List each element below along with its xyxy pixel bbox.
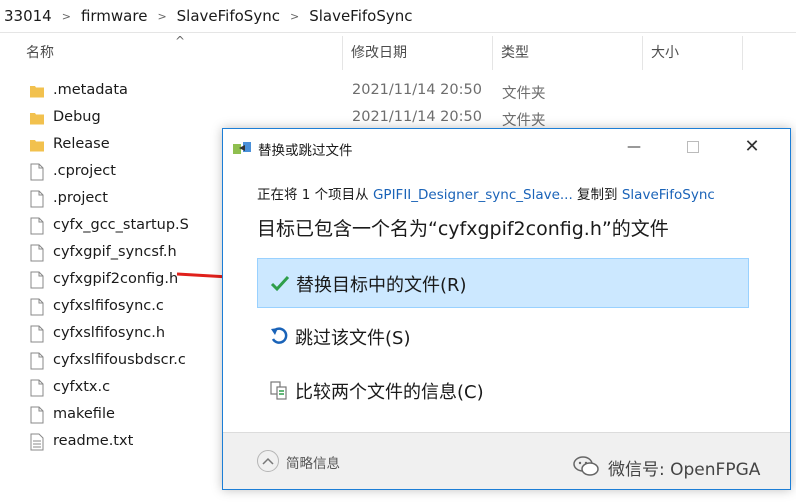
details-label[interactable]: 简略信息 xyxy=(286,452,340,472)
file-name: Debug xyxy=(53,109,101,125)
file-name: .metadata xyxy=(53,82,128,98)
file-date: 2021/11/14 20:50 xyxy=(352,82,482,98)
file-name: Release xyxy=(53,136,110,152)
file-icon xyxy=(30,379,44,397)
folder-icon xyxy=(30,86,44,98)
file-name: readme.txt xyxy=(53,433,134,449)
file-icon xyxy=(30,190,44,208)
destination-folder-link[interactable]: SlaveFifoSync xyxy=(622,187,715,203)
dialog-titlebar[interactable]: 替换或跳过文件 — ✕ xyxy=(223,129,790,165)
breadcrumb-item[interactable]: firmware xyxy=(77,7,152,25)
file-icon xyxy=(30,406,44,424)
column-size-label: 大小 xyxy=(651,45,679,61)
folder-icon xyxy=(30,140,44,152)
file-icon xyxy=(30,298,44,316)
file-name: cyfxslfifosync.c xyxy=(53,298,164,314)
file-icon xyxy=(30,217,44,235)
breadcrumb: 33014 > firmware > SlaveFifoSync > Slave… xyxy=(0,0,796,33)
replace-option-label: 替换目标中的文件(R) xyxy=(296,275,467,296)
copy-prefix: 正在将 1 个项目从 xyxy=(257,187,373,203)
copy-info-line: 正在将 1 个项目从 GPIFII_Designer_sync_Slave...… xyxy=(257,183,715,203)
list-item[interactable]: .metadata 2021/11/14 20:50 文件夹 xyxy=(0,78,796,105)
column-modified-label: 修改日期 xyxy=(351,45,407,61)
text-file-icon xyxy=(30,433,44,451)
source-folder-link[interactable]: GPIFII_Designer_sync_Slave... xyxy=(373,187,573,203)
file-icon xyxy=(30,352,44,370)
file-type: 文件夹 xyxy=(502,86,546,102)
breadcrumb-item[interactable]: SlaveFifoSync xyxy=(173,7,284,25)
file-name: cyfxtx.c xyxy=(53,379,111,395)
file-name: cyfxgpif2config.h xyxy=(53,271,179,287)
watermark-text: 微信号: OpenFPGA xyxy=(608,460,761,480)
file-name: cyfxgpif_syncsf.h xyxy=(53,244,177,260)
file-name: .cproject xyxy=(53,163,116,179)
folder-icon xyxy=(30,113,44,125)
column-modified[interactable]: 修改日期 xyxy=(343,36,493,70)
file-type: 文件夹 xyxy=(502,113,546,129)
file-name: cyfxslfifousbdscr.c xyxy=(53,352,186,368)
file-name: cyfxslfifosync.h xyxy=(53,325,166,341)
skip-option-label: 跳过该文件(S) xyxy=(295,328,411,349)
column-size[interactable]: 大小 xyxy=(643,36,743,70)
column-header: ^ 名称 修改日期 类型 大小 xyxy=(0,34,796,70)
conflict-headline: 目标已包含一个名为“cyfxgpif2config.h”的文件 xyxy=(257,218,669,240)
column-type-label: 类型 xyxy=(501,45,529,61)
file-icon xyxy=(30,325,44,343)
check-icon xyxy=(270,275,290,292)
maximize-button[interactable] xyxy=(673,133,713,161)
wechat-icon xyxy=(573,456,599,476)
compare-option-label: 比较两个文件的信息(C) xyxy=(295,382,484,403)
chevron-right-icon: > xyxy=(157,9,167,23)
file-name: .project xyxy=(53,190,108,206)
breadcrumb-item[interactable]: SlaveFifoSync xyxy=(305,7,416,25)
file-date: 2021/11/14 20:50 xyxy=(352,109,482,125)
file-icon xyxy=(30,271,44,289)
chevron-up-icon xyxy=(262,457,274,465)
compare-icon xyxy=(270,381,287,400)
column-name-label: 名称 xyxy=(26,45,54,61)
skip-option[interactable]: 跳过该文件(S) xyxy=(257,312,749,362)
chevron-right-icon: > xyxy=(61,9,71,23)
compare-option[interactable]: 比较两个文件的信息(C) xyxy=(257,366,749,416)
column-type[interactable]: 类型 xyxy=(493,36,643,70)
file-icon xyxy=(30,244,44,262)
replace-or-skip-dialog: 替换或跳过文件 — ✕ 正在将 1 个项目从 GPIFII_Designer_s… xyxy=(222,128,791,490)
minimize-button[interactable]: — xyxy=(614,133,654,161)
collapse-details-button[interactable] xyxy=(257,450,279,472)
copy-middle: 复制到 xyxy=(572,187,622,203)
skip-icon xyxy=(271,327,288,344)
close-button[interactable]: ✕ xyxy=(732,133,772,161)
file-icon xyxy=(30,163,44,181)
file-transfer-icon xyxy=(233,142,251,154)
file-name: makefile xyxy=(53,406,115,422)
replace-option[interactable]: 替换目标中的文件(R) xyxy=(257,258,749,308)
file-name: cyfx_gcc_startup.S xyxy=(53,217,189,233)
dialog-title: 替换或跳过文件 xyxy=(258,143,353,159)
breadcrumb-item[interactable]: 33014 xyxy=(0,7,56,25)
chevron-right-icon: > xyxy=(289,9,300,23)
column-name[interactable]: 名称 xyxy=(18,36,343,70)
